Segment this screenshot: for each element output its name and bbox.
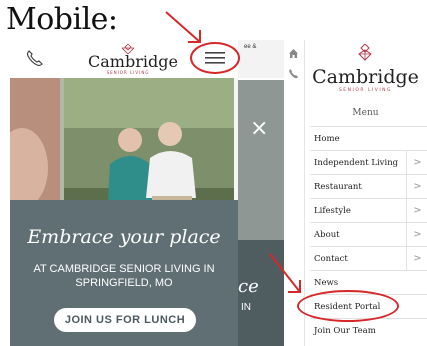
menu-item-label: Lifestyle <box>314 206 351 216</box>
menu-item-label: Restaurant <box>314 182 362 192</box>
menu-item-contact[interactable]: Contact > <box>310 246 427 271</box>
home-icon[interactable] <box>288 48 299 59</box>
brand-wordmark: Cambridge <box>88 52 178 71</box>
menu-item-label: About <box>314 230 340 240</box>
middle-script-fragment: ce <box>238 276 259 297</box>
mobile-screen-left: Cambridge SENIOR LIVING Embrace your pla… <box>10 40 238 346</box>
chevron-right-icon[interactable]: > <box>406 175 427 199</box>
menu-item-label: Join Our Team <box>314 326 376 336</box>
middle-text-fragment: IN <box>241 302 251 313</box>
mobile-screen-middle: ee & × ce IN <box>238 40 284 346</box>
brand-wordmark: Cambridge <box>312 66 419 88</box>
menu-item-independent-living[interactable]: Independent Living > <box>310 150 427 175</box>
menu-item-lifestyle[interactable]: Lifestyle > <box>310 198 427 223</box>
join-us-for-lunch-button[interactable]: JOIN US FOR LUNCH <box>54 308 196 332</box>
annotation-ellipse <box>297 290 399 322</box>
hero-headline: Embrace your place <box>27 226 221 248</box>
hero-subtitle: AT CAMBRIDGE SENIOR LIVING IN SPRINGFIEL… <box>33 263 215 289</box>
menu-item-label: Independent Living <box>314 158 399 168</box>
logo-emblem-icon <box>122 44 134 54</box>
menu-item-join-our-team[interactable]: Join Our Team <box>310 318 427 343</box>
menu-item-label: News <box>314 278 339 288</box>
brand-logo[interactable]: Cambridge SENIOR LIVING <box>304 44 427 93</box>
brand-logo[interactable]: Cambridge SENIOR LIVING <box>88 44 178 76</box>
annotation-arrow-icon <box>269 253 301 293</box>
close-icon[interactable]: × <box>250 116 268 141</box>
menu-item-home[interactable]: Home <box>310 126 427 151</box>
menu-title: Menu <box>352 108 379 118</box>
middle-photo <box>238 80 284 240</box>
annotation-arrow-icon <box>165 11 201 43</box>
page-heading: Mobile: <box>6 2 118 37</box>
middle-header-text: ee & <box>244 44 257 50</box>
logo-emblem-icon <box>358 44 372 61</box>
phone-icon[interactable] <box>24 48 44 68</box>
chevron-right-icon[interactable]: > <box>406 199 427 223</box>
menu-item-label: Home <box>314 134 340 144</box>
menu-item-label: Contact <box>314 254 348 264</box>
menu-item-about[interactable]: About > <box>310 222 427 247</box>
menu-item-restaurant[interactable]: Restaurant > <box>310 174 427 199</box>
brand-tagline: SENIOR LIVING <box>338 88 393 93</box>
chevron-right-icon[interactable]: > <box>406 247 427 271</box>
chevron-right-icon[interactable]: > <box>406 223 427 247</box>
phone-icon[interactable] <box>288 68 299 79</box>
chevron-right-icon[interactable]: > <box>406 151 427 175</box>
